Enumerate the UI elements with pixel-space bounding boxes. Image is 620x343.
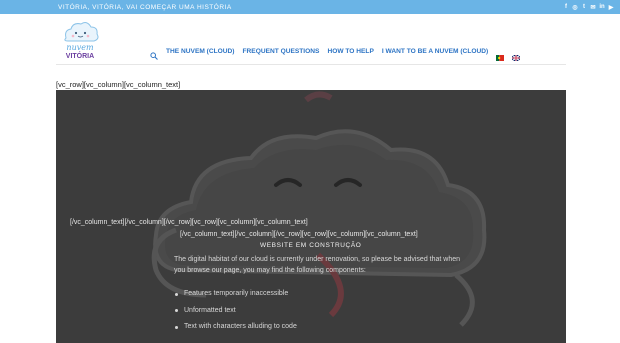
top-bar: Vitória, Vitória, vai começar uma histór…: [0, 0, 620, 14]
bullet-icon: [175, 292, 178, 296]
nav-item-how-to-help[interactable]: HOW TO HELP: [327, 48, 373, 55]
search-icon[interactable]: [150, 47, 158, 60]
logo-line1: nuvem: [66, 43, 94, 52]
facebook-icon[interactable]: f: [563, 4, 569, 11]
cloud-background-image: [56, 90, 566, 343]
twitter-icon[interactable]: t: [581, 4, 587, 11]
header-divider: [56, 64, 566, 65]
list-item-text: Text with characters alluding to code: [184, 323, 297, 330]
intro-paragraph: The digital habitat of our cloud is curr…: [174, 256, 461, 274]
bullet-icon: [175, 325, 178, 329]
page-title: WEBSITE EM CONSTRUÇÃO: [260, 242, 362, 249]
list-item-text: Features temporarily inaccessible: [184, 290, 289, 297]
list-item-text: Unformatted text: [184, 306, 236, 314]
main-nav: THE NUVEM (CLOUD) FREQUENT QUESTIONS HOW…: [150, 47, 521, 62]
linkedin-icon[interactable]: in: [599, 4, 605, 11]
bullet-icon: [175, 309, 178, 312]
site-header: nuvem VITÓRIA THE NUVEM (CLOUD) FREQUENT…: [0, 14, 620, 64]
en-flag-icon[interactable]: [511, 48, 521, 62]
nav-item-be-a-nuvem[interactable]: I WANT TO BE A NUVEM (CLOUD): [382, 48, 488, 55]
email-icon[interactable]: ✉: [590, 4, 596, 11]
nav-item-frequent-questions[interactable]: FREQUENT QUESTIONS: [243, 48, 320, 55]
site-logo[interactable]: nuvem VITÓRIA: [56, 16, 104, 64]
nav-item-the-nuvem[interactable]: THE NUVEM (CLOUD): [166, 48, 235, 55]
cloud-logo-icon: nuvem VITÓRIA: [64, 22, 99, 60]
list-item: Features temporarily inaccessible: [175, 290, 297, 307]
list-item: Text with characters alluding to code: [175, 323, 297, 340]
social-links: f ◎ t ✉ in ▶: [563, 4, 614, 11]
component-list: Features temporarily inaccessible Unform…: [175, 290, 297, 340]
pt-flag-icon[interactable]: [496, 48, 505, 61]
youtube-icon[interactable]: ▶: [608, 4, 614, 11]
instagram-icon[interactable]: ◎: [572, 4, 578, 11]
shortcode-text-top: [vc_row][vc_column][vc_column_text]: [56, 80, 181, 89]
shortcode-text-mid2: [/vc_column_text][/vc_column][/vc_row][v…: [180, 231, 418, 238]
list-item: Unformatted text: [175, 307, 297, 324]
tagline: Vitória, Vitória, vai começar uma histór…: [58, 3, 232, 11]
shortcode-text-mid1: [/vc_column_text][/vc_column][/vc_row][v…: [70, 219, 308, 226]
logo-line2: VITÓRIA: [66, 51, 94, 60]
hero-section: [56, 90, 566, 343]
